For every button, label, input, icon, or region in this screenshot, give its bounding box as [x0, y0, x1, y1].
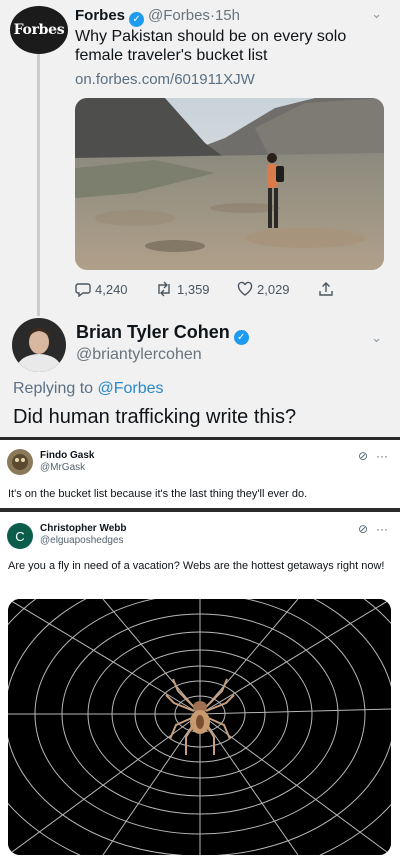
- reply-action[interactable]: 4,240: [75, 281, 128, 297]
- webb-display-name[interactable]: Christopher Webb: [40, 523, 126, 534]
- like-count: 2,029: [257, 281, 290, 297]
- brian-avatar[interactable]: [12, 318, 66, 372]
- forbes-thread-screenshot: Forbes Forbes ✓ @Forbes·15h ⌄ Why Pakistan…: [0, 0, 400, 437]
- reply-count: 4,240: [95, 281, 128, 297]
- forbes-tweet-header: Forbes ✓ @Forbes·15h: [75, 7, 240, 27]
- forbes-avatar[interactable]: Forbes: [10, 6, 68, 54]
- retweet-icon: [158, 281, 170, 297]
- findo-avatar[interactable]: [7, 449, 33, 475]
- webb-reply-tweet: C Christopher Webb @elguaposhedges ⊘ ···…: [0, 512, 400, 859]
- webb-handle[interactable]: @elguaposhedges: [40, 535, 124, 546]
- spider-web-photo-graphic: [8, 599, 391, 855]
- brian-display-name[interactable]: Brian Tyler Cohen ✓: [76, 322, 253, 345]
- pakistan-valley-photo-graphic: [75, 98, 384, 270]
- forbes-timestamp[interactable]: 15h: [215, 7, 240, 24]
- reply-icon: [75, 283, 91, 297]
- verified-badge-icon: ✓: [129, 12, 145, 27]
- retweet-action[interactable]: 1,359: [155, 281, 210, 297]
- brian-name-text: Brian Tyler Cohen: [76, 322, 230, 342]
- more-options-icon[interactable]: ···: [376, 522, 388, 536]
- forbes-tweet-link[interactable]: on.forbes.com/601911XJW: [75, 71, 255, 88]
- brian-handle[interactable]: @briantylercohen: [76, 346, 202, 364]
- like-action[interactable]: 2,029: [237, 281, 290, 297]
- verified-badge-icon: ✓: [233, 330, 249, 345]
- replying-to-prefix: Replying to: [13, 380, 94, 397]
- share-icon: [319, 282, 333, 296]
- findo-tweet-text: It's on the bucket list because it's the…: [8, 488, 308, 500]
- chevron-down-icon[interactable]: ⌄: [371, 330, 382, 346]
- retweet-count: 1,359: [177, 281, 210, 297]
- webb-tweet-text: Are you a fly in need of a vacation? Web…: [8, 560, 385, 572]
- more-options-icon[interactable]: ···: [376, 449, 388, 463]
- webb-tweet-controls: ⊘ ···: [358, 522, 388, 536]
- forbes-display-name[interactable]: Forbes: [75, 7, 125, 24]
- forbes-handle[interactable]: @Forbes: [148, 7, 210, 24]
- chevron-down-icon[interactable]: ⌄: [371, 6, 382, 22]
- findo-reply-tweet: Findo Gask @MrGask ⊘ ··· It's on the buc…: [0, 440, 400, 508]
- grok-icon[interactable]: ⊘: [358, 449, 368, 463]
- grok-icon[interactable]: ⊘: [358, 522, 368, 536]
- pakistan-valley-photo[interactable]: [75, 98, 384, 270]
- webb-avatar[interactable]: C: [7, 523, 33, 549]
- brian-tweet-text: Did human trafficking write this?: [13, 406, 297, 428]
- forbes-tweet-text: Why Pakistan should be on every solo fem…: [75, 28, 347, 64]
- heart-icon: [237, 281, 253, 296]
- replying-to-mention[interactable]: @Forbes: [98, 380, 164, 397]
- thread-connector-line: [37, 50, 40, 316]
- forbes-avatar-logo: Forbes: [13, 22, 65, 38]
- findo-avatar-graphic: [7, 449, 33, 475]
- findo-handle[interactable]: @MrGask: [40, 462, 85, 473]
- forbes-tweet-actions: 4,240 1,359 2,029: [75, 281, 375, 301]
- brian-avatar-portrait: [12, 318, 66, 372]
- share-action[interactable]: [318, 281, 334, 297]
- findo-display-name[interactable]: Findo Gask: [40, 450, 94, 461]
- replying-to-line: Replying to @Forbes: [13, 380, 164, 398]
- findo-tweet-controls: ⊘ ···: [358, 449, 388, 463]
- spider-web-photo[interactable]: [8, 599, 391, 855]
